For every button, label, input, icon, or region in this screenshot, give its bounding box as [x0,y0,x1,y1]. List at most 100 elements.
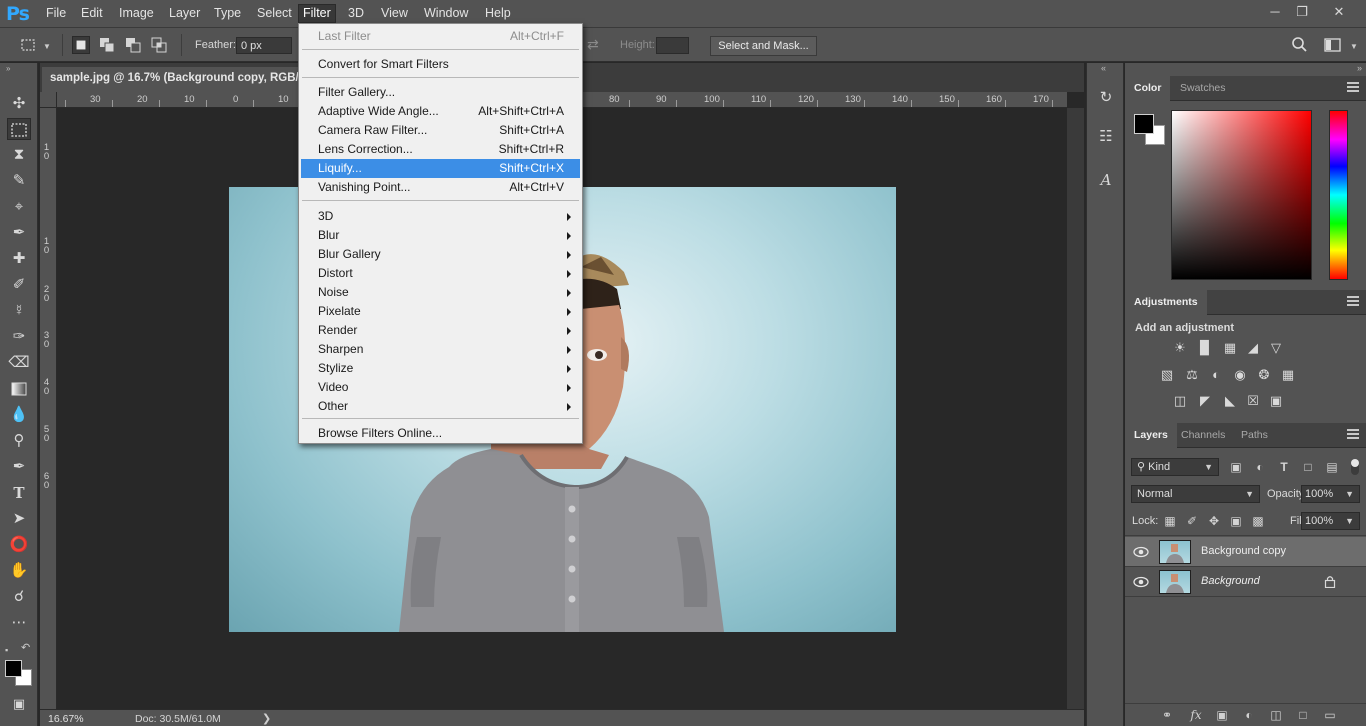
tab-adjustments[interactable]: Adjustments [1125,290,1207,315]
hand-tool-icon[interactable]: ✋ [7,560,31,582]
filter-blur[interactable]: Blur [301,226,580,245]
mask-icon[interactable]: ▣ [1214,708,1230,723]
gradient-tool-icon[interactable] [7,378,31,400]
threshold-icon[interactable]: ◣ [1221,393,1239,409]
panel-menu-icon[interactable] [1347,429,1359,441]
lock-all-icon[interactable]: ▩ [1250,513,1266,529]
clone-stamp-tool-icon[interactable]: ☿ [7,300,31,322]
marquee-preset-icon[interactable] [20,36,38,54]
panel-menu-icon[interactable] [1347,296,1359,308]
filter-stylize[interactable]: Stylize [301,359,580,378]
blur-tool-icon[interactable]: 💧 [7,404,31,426]
filter-gallery[interactable]: Filter Gallery... [301,83,580,102]
workspace-chevron-icon[interactable]: ▼ [1350,42,1358,51]
search-icon[interactable] [1290,36,1308,54]
layer-row-background-copy[interactable]: Background copy [1125,537,1366,567]
filter-smart-object-icon[interactable]: ▤ [1324,459,1340,475]
intersect-selection-icon[interactable] [150,36,168,54]
filter-shape-icon[interactable]: □ [1300,459,1316,475]
folder-icon[interactable]: ◫ [1268,708,1284,723]
foreground-color-swatch[interactable] [5,660,22,677]
new-selection-icon[interactable] [72,36,90,54]
crop-tool-icon[interactable]: ⌖ [7,196,31,218]
invert-icon[interactable]: ◫ [1171,393,1189,409]
document-tab[interactable]: sample.jpg @ 16.7% (Background copy, RGB… [42,67,312,92]
swap-colors-icon[interactable]: ↶ [21,641,30,654]
fill-input[interactable]: 100% ▼ [1301,512,1360,530]
lock-pixels-icon[interactable]: ✐ [1184,513,1200,529]
filter-render[interactable]: Render [301,321,580,340]
channel-mixer-icon[interactable]: ❂ [1255,367,1273,383]
layer-kind-dropdown[interactable]: ⚲ Kind ▼ [1131,458,1219,476]
lock-artboard-icon[interactable]: ▣ [1228,513,1244,529]
filter-pixelate[interactable]: Pixelate [301,302,580,321]
filter-video[interactable]: Video [301,378,580,397]
brightness-contrast-icon[interactable]: ☀ [1171,340,1189,356]
color-foreground-swatch[interactable] [1134,114,1154,134]
workspace-icon[interactable] [1324,36,1342,54]
color-balance-icon[interactable]: ⚖ [1183,367,1201,383]
black-white-icon[interactable]: ◐ [1207,367,1225,383]
type-tool-icon[interactable]: T [7,482,31,504]
select-and-mask-button[interactable]: Select and Mask... [710,36,817,56]
tab-layers[interactable]: Layers [1125,423,1177,448]
subtract-selection-icon[interactable] [124,36,142,54]
brush-tool-icon[interactable]: ✐ [7,274,31,296]
filter-adjustment-icon[interactable]: ◐ [1252,459,1268,475]
zoom-tool-icon[interactable]: ☌ [7,586,31,608]
opacity-input[interactable]: 100% ▼ [1301,485,1360,503]
quick-selection-tool-icon[interactable]: ✎ [7,170,31,192]
collapse-toolbar-icon[interactable]: » [6,64,11,73]
color-picker-field[interactable] [1171,110,1312,280]
visibility-eye-icon[interactable] [1133,575,1149,589]
layer-row-background[interactable]: Background [1125,567,1366,597]
visibility-eye-icon[interactable] [1133,545,1149,559]
ruler-origin[interactable] [40,92,57,108]
properties-panel-icon[interactable]: ☷ [1096,127,1116,147]
eyedropper-tool-icon[interactable]: ✒ [7,222,31,244]
tab-swatches[interactable]: Swatches [1171,76,1235,101]
blend-mode-dropdown[interactable]: Normal ▼ [1131,485,1260,503]
filter-browse-online[interactable]: Browse Filters Online... [301,424,580,443]
menu-edit[interactable]: Edit [77,6,107,25]
feather-input[interactable] [236,37,292,54]
filter-convert-smart[interactable]: Convert for Smart Filters [301,55,580,74]
ellipse-tool-icon[interactable]: ⭕ [7,534,31,556]
color-lookup-icon[interactable]: ▦ [1279,367,1297,383]
healing-brush-tool-icon[interactable]: ✚ [7,248,31,270]
filter-3d[interactable]: 3D [301,207,580,226]
character-panel-icon[interactable]: A [1096,170,1116,190]
fx-icon[interactable]: fx [1188,708,1204,723]
default-colors-icon[interactable]: ▪ [5,645,8,655]
filter-adaptive-wide-angle[interactable]: Adaptive Wide Angle... Alt+Shift+Ctrl+A [301,102,580,121]
menu-filter[interactable]: Filter [298,4,336,23]
lock-icon[interactable] [1324,575,1336,588]
exposure-icon[interactable]: ◢ [1244,340,1262,356]
status-menu-chevron-icon[interactable]: ❯ [262,712,271,725]
quick-mask-icon[interactable]: ▣ [7,693,31,715]
filter-noise[interactable]: Noise [301,283,580,302]
menu-select[interactable]: Select [253,6,296,25]
collapse-dock-icon[interactable]: » [1357,63,1362,73]
trash-icon[interactable]: ▭ [1322,708,1338,723]
filter-other[interactable]: Other [301,397,580,416]
swap-icon[interactable]: ⇄ [587,36,599,53]
pen-tool-icon[interactable]: ✒ [7,456,31,478]
expand-dock-icon[interactable]: « [1101,63,1106,73]
filter-type-icon[interactable]: T [1276,459,1292,475]
filter-pixel-icon[interactable]: ▣ [1228,459,1244,475]
filter-distort[interactable]: Distort [301,264,580,283]
path-selection-tool-icon[interactable]: ➤ [7,508,31,530]
hue-slider[interactable] [1329,110,1348,280]
curves-icon[interactable]: ▦ [1221,340,1239,356]
restore-icon[interactable]: ❐ [1289,3,1315,21]
menu-file[interactable]: File [42,6,70,25]
photo-filter-icon[interactable]: ◉ [1231,367,1249,383]
menu-image[interactable]: Image [115,6,158,25]
hue-saturation-icon[interactable]: ▧ [1158,367,1176,383]
tab-channels[interactable]: Channels [1172,423,1234,448]
edit-toolbar-icon[interactable]: ⋯ [7,612,31,634]
new-layer-icon[interactable]: □ [1295,708,1311,723]
lasso-tool-icon[interactable]: ⧗ [7,144,31,166]
panel-menu-icon[interactable] [1347,82,1359,94]
